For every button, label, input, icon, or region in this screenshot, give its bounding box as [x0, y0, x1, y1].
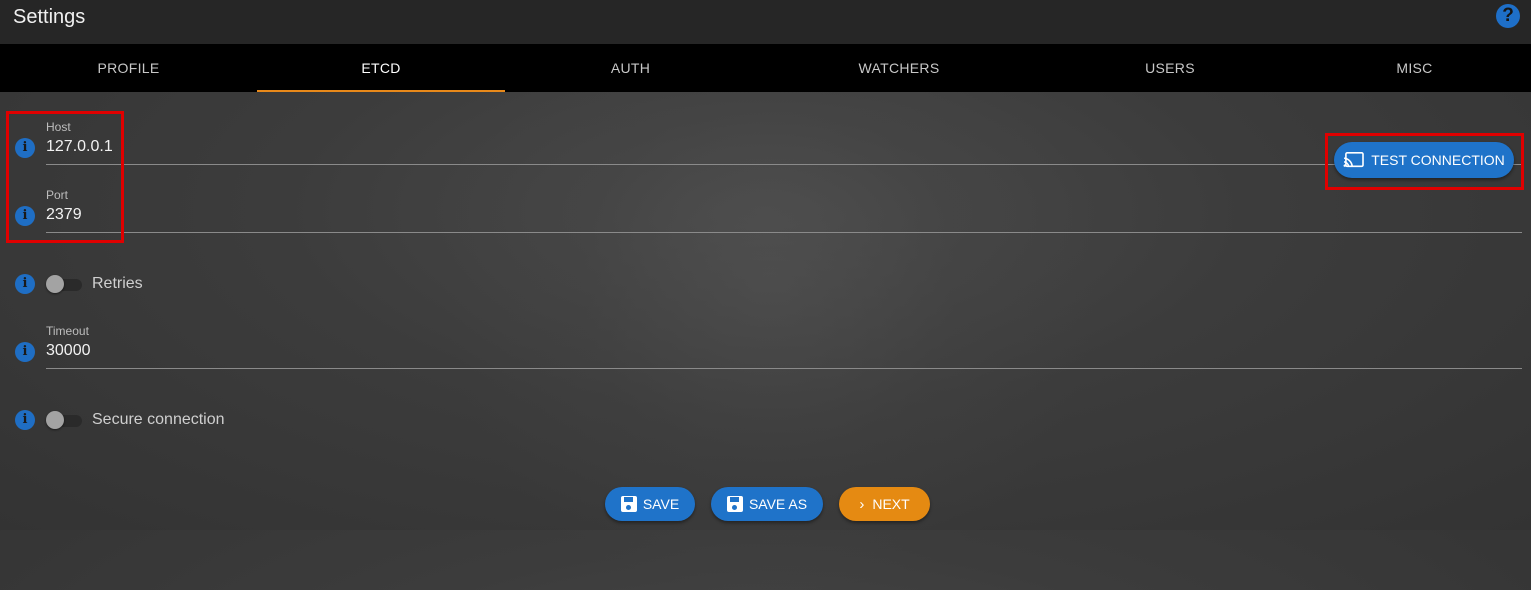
- tab-watchers[interactable]: WATCHERS: [756, 44, 1042, 92]
- save-button[interactable]: SAVE: [605, 487, 695, 521]
- tab-profile[interactable]: PROFILE: [0, 44, 257, 92]
- secure-toggle-knob: [46, 411, 64, 429]
- app-header: Settings ?: [0, 0, 1531, 44]
- page-title: Settings: [13, 6, 86, 28]
- secure-connection-label: Secure connection: [92, 411, 225, 428]
- timeout-input[interactable]: 30000: [46, 342, 91, 360]
- floppy-disk-icon: [726, 496, 743, 512]
- next-button[interactable]: › NEXT: [839, 487, 930, 521]
- timeout-label: Timeout: [46, 324, 89, 338]
- tab-auth[interactable]: AUTH: [505, 44, 756, 92]
- port-field[interactable]: Port 2379: [46, 186, 1522, 233]
- chevron-right-icon: ›: [859, 495, 865, 513]
- help-icon[interactable]: ?: [1496, 4, 1520, 28]
- save-label: SAVE: [642, 496, 680, 512]
- settings-tabs: PROFILE ETCD AUTH WATCHERS USERS MISC: [0, 44, 1531, 92]
- retries-label: Retries: [92, 275, 143, 292]
- save-as-button[interactable]: SAVE AS: [711, 487, 823, 521]
- host-field[interactable]: Host 127.0.0.1: [46, 118, 1522, 165]
- next-label: NEXT: [872, 496, 910, 512]
- retries-toggle[interactable]: [46, 274, 82, 294]
- save-as-label: SAVE AS: [748, 496, 808, 512]
- retries-toggle-knob: [46, 275, 64, 293]
- tab-misc[interactable]: MISC: [1298, 44, 1531, 92]
- retries-info-icon[interactable]: i: [15, 274, 35, 294]
- floppy-disk-icon: [620, 496, 637, 512]
- timeout-info-icon[interactable]: i: [15, 342, 35, 362]
- host-port-highlight: [6, 111, 124, 243]
- secure-connection-toggle[interactable]: [46, 410, 82, 430]
- secure-info-icon[interactable]: i: [15, 410, 35, 430]
- tab-users[interactable]: USERS: [1042, 44, 1298, 92]
- timeout-field[interactable]: Timeout 30000: [46, 322, 1522, 369]
- tab-etcd[interactable]: ETCD: [257, 44, 505, 92]
- test-connection-highlight: [1325, 133, 1524, 190]
